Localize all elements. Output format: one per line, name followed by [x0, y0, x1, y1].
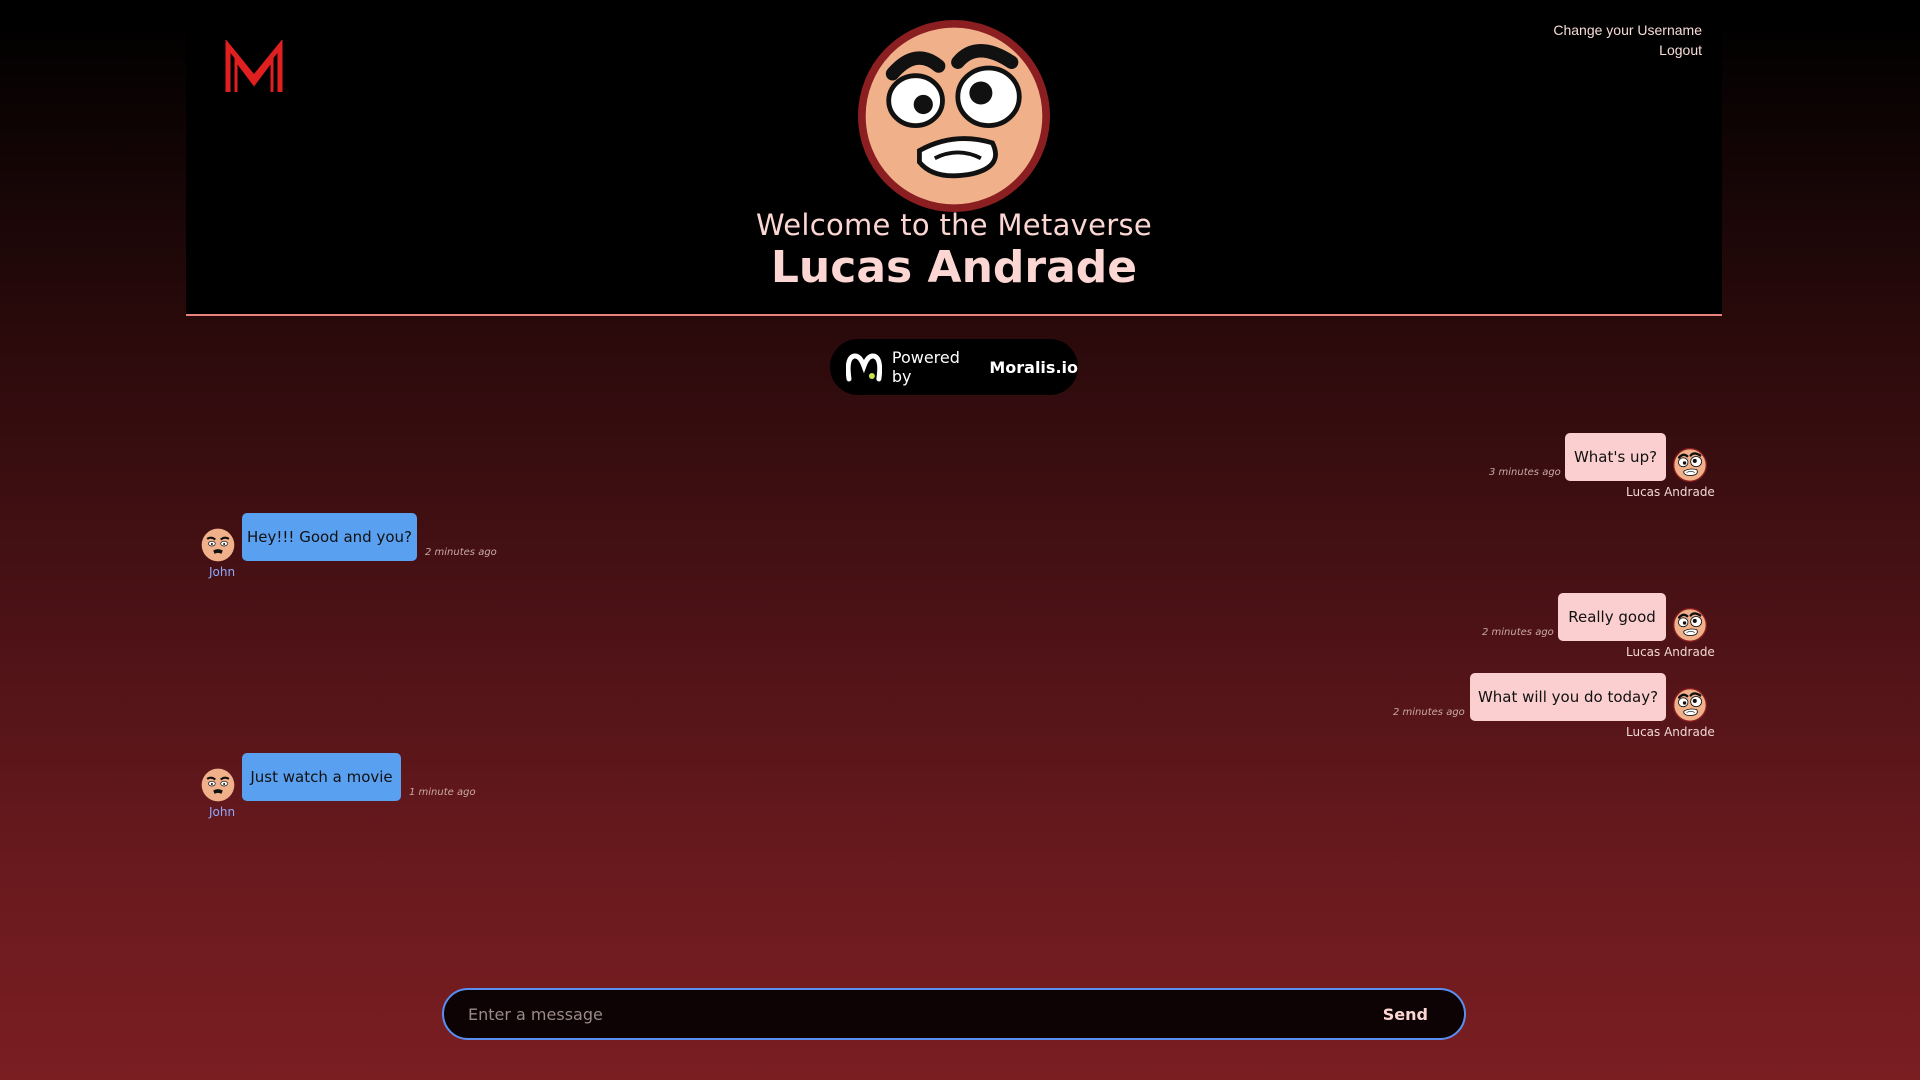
- logout-link[interactable]: Logout: [1553, 40, 1702, 60]
- message-author: John: [209, 805, 236, 819]
- message-timestamp: 2 minutes ago: [1482, 627, 1554, 638]
- user-avatar-icon: [1673, 448, 1707, 482]
- moralis-m-logo-icon[interactable]: [224, 40, 284, 96]
- change-username-link[interactable]: Change your Username: [1553, 20, 1702, 40]
- powered-prefix: Powered by: [891, 348, 960, 386]
- message-bubble: What will you do today?: [1470, 673, 1666, 721]
- welcome-heading: Welcome to the Metaverse: [755, 208, 1153, 242]
- cartoon-face-avatar-icon: [858, 20, 1050, 212]
- message-timestamp: 1 minute ago: [409, 787, 476, 798]
- message-author: Lucas Andrade: [1626, 725, 1715, 739]
- message-bubble: Really good: [1558, 593, 1666, 641]
- user-avatar-icon: [201, 768, 235, 802]
- user-avatar-icon: [201, 528, 235, 562]
- account-links: Change your Username Logout: [1553, 20, 1702, 60]
- send-button[interactable]: Send: [1377, 1004, 1434, 1025]
- message-author: John: [209, 565, 236, 579]
- message-author: Lucas Andrade: [1626, 485, 1715, 499]
- message-author: Lucas Andrade: [1626, 645, 1715, 659]
- powered-brand: Moralis.io: [989, 357, 1078, 377]
- message-bubble: Hey!!! Good and you?: [242, 513, 417, 561]
- user-avatar-icon: [1673, 608, 1707, 642]
- message-timestamp: 2 minutes ago: [1393, 707, 1465, 718]
- user-avatar-icon: [1673, 688, 1707, 722]
- powered-by-badge[interactable]: Powered by Moralis.io: [830, 339, 1078, 395]
- moralis-logo-icon: [846, 353, 882, 382]
- message-bubble: What's up?: [1565, 433, 1666, 481]
- app-header: Change your Username Logout Welcome to t…: [186, 0, 1722, 316]
- message-bubble: Just watch a movie: [242, 753, 401, 801]
- username-title: Lucas Andrade: [770, 242, 1138, 293]
- message-composer: Send: [442, 988, 1466, 1040]
- message-timestamp: 2 minutes ago: [425, 547, 497, 558]
- message-input[interactable]: [444, 989, 1377, 1039]
- message-timestamp: 3 minutes ago: [1489, 467, 1561, 478]
